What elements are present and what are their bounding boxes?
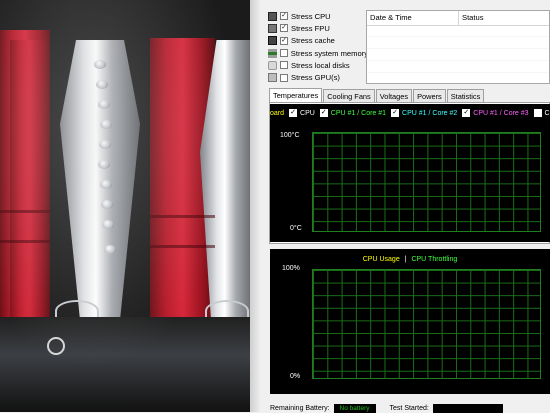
- gpu-icon: [268, 73, 277, 83]
- stability-test-panel: ✓ Stress CPU ✓ Stress FPU ✓ Stress cache Stres…: [262, 0, 550, 413]
- battery-label: Remaining Battery:: [270, 404, 330, 412]
- cache-icon: [268, 36, 277, 46]
- temperature-legend-item[interactable]: ✓oard: [270, 110, 284, 117]
- stress-cpu-label: Stress CPU: [291, 11, 331, 21]
- temperature-legend-item[interactable]: ✓ CPU #1 / Core #3: [462, 109, 529, 117]
- memory-icon: [268, 48, 277, 58]
- legend-checkbox[interactable]: ✓: [391, 109, 400, 117]
- legend-checkbox[interactable]: ✓: [319, 109, 328, 117]
- stress-fpu-label: Stress FPU: [291, 23, 330, 33]
- usage-y-max-label: 100%: [282, 265, 300, 272]
- stress-system-memory-checkbox[interactable]: [279, 49, 288, 58]
- stress-local-disks-option[interactable]: Stress local disks: [268, 59, 368, 71]
- test-log-table[interactable]: Date & Time Status: [366, 10, 550, 84]
- stress-options-list: ✓ Stress CPU ✓ Stress FPU ✓ Stress cache Stres…: [268, 10, 368, 84]
- legend-checkbox[interactable]: ✓: [289, 109, 298, 117]
- stress-local-disks-label: Stress local disks: [291, 60, 350, 70]
- fpu-icon: [268, 23, 277, 33]
- stress-cpu-checkbox[interactable]: ✓: [280, 12, 288, 21]
- temperature-grid: [312, 132, 541, 232]
- cpu-throttling-legend[interactable]: CPU Throttling: [411, 256, 457, 263]
- stress-cpu-option[interactable]: ✓ Stress CPU: [268, 10, 368, 22]
- battery-value: No battery: [333, 403, 376, 413]
- column-header-date[interactable]: Date & Time: [367, 11, 459, 25]
- cpu-usage-chart-title: CPU Usage | CPU Throttling: [270, 256, 550, 263]
- legend-label: CPU: [300, 109, 315, 117]
- stress-local-disks-checkbox[interactable]: [280, 61, 288, 70]
- temperature-legend-item[interactable]: ✓ CPU #1 / Core #2: [391, 109, 457, 117]
- stress-cache-checkbox[interactable]: ✓: [280, 36, 288, 45]
- heatsink-photo: [0, 0, 262, 412]
- temperature-y-min-label: 0°C: [290, 225, 302, 232]
- cpu-icon: [268, 11, 277, 21]
- disk-icon: [268, 60, 277, 70]
- temperature-legend-item[interactable]: ✓ CPU #1 / Core #1: [319, 109, 387, 117]
- stress-cache-label: Stress cache: [291, 36, 335, 46]
- legend-label: CPU #1 / Core #2: [402, 109, 458, 117]
- cpu-usage-legend[interactable]: CPU Usage: [363, 256, 400, 263]
- temperature-chart: ✓oard✓CPU✓CPU #1 / Core #1✓CPU #1 / Core…: [270, 104, 550, 242]
- legend-checkbox[interactable]: [533, 109, 542, 117]
- legend-label: CPU: [544, 109, 550, 117]
- test-started-label: Test Started:: [389, 404, 429, 412]
- log-table-body: [367, 25, 549, 83]
- stress-gpu-option[interactable]: Stress GPU(s): [268, 71, 368, 83]
- cpu-usage-grid: [312, 269, 541, 379]
- usage-y-min-label: 0%: [290, 373, 301, 380]
- legend-label: CPU #1 / Core #1: [330, 109, 387, 117]
- stress-cache-option[interactable]: ✓ Stress cache: [268, 35, 368, 47]
- stress-system-memory-option[interactable]: Stress system memory: [268, 47, 368, 59]
- temperature-legend-item[interactable]: CPU: [533, 109, 550, 117]
- stress-gpu-label: Stress GPU(s): [291, 73, 340, 83]
- stress-gpu-checkbox[interactable]: [280, 73, 288, 82]
- stress-system-memory-label: Stress system memory: [290, 48, 368, 58]
- test-started-value: [432, 403, 503, 413]
- legend-checkbox[interactable]: ✓: [462, 109, 471, 117]
- temperature-y-max-label: 100°C: [280, 132, 300, 139]
- stress-fpu-checkbox[interactable]: ✓: [280, 24, 288, 33]
- stress-fpu-option[interactable]: ✓ Stress FPU: [268, 22, 368, 34]
- legend-separator: |: [404, 256, 407, 263]
- legend-label: oard: [270, 109, 285, 117]
- temperature-legend-item[interactable]: ✓ CPU: [289, 109, 315, 117]
- temperature-legend: ✓oard✓CPU✓CPU #1 / Core #1✓CPU #1 / Core…: [270, 107, 550, 119]
- log-table-header: Date & Time Status: [367, 11, 549, 26]
- legend-label: CPU #1 / Core #3: [473, 109, 529, 117]
- cpu-usage-chart: CPU Usage | CPU Throttling 100% 0%: [270, 249, 550, 394]
- column-header-status[interactable]: Status: [459, 11, 549, 25]
